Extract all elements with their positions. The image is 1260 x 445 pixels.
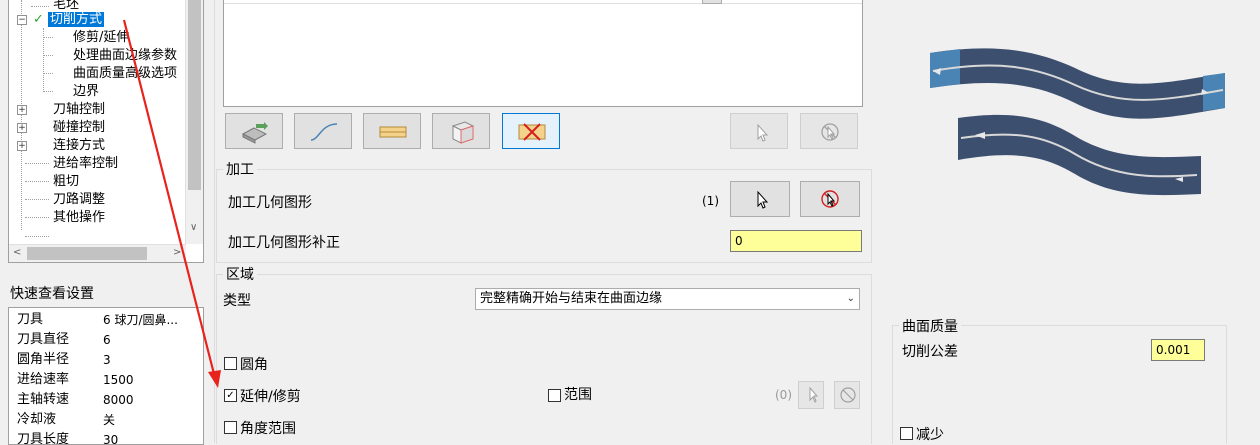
range-label: 范围 <box>564 387 592 403</box>
geometry-list[interactable] <box>223 0 863 107</box>
tree-item-tool-axis[interactable]: 刀轴控制 <box>53 101 105 119</box>
expand-icon[interactable]: + <box>17 141 27 151</box>
expand-icon[interactable]: + <box>17 105 27 115</box>
tree-item-collision[interactable]: 碰撞控制 <box>53 119 105 137</box>
tree-connector <box>25 181 49 182</box>
tree-connector <box>25 199 49 200</box>
cursor-icon <box>757 190 769 209</box>
chevron-down-icon: ⌄ <box>846 293 855 304</box>
group-title: 曲面质量 <box>899 316 961 336</box>
scroll-thumb[interactable] <box>188 0 201 190</box>
edge-icon <box>379 126 407 138</box>
cursor-icon <box>809 386 819 403</box>
group-title: 加工 <box>223 159 257 179</box>
tree-connector <box>21 0 22 230</box>
extend-trim-checkbox[interactable]: ✓ <box>224 389 237 402</box>
select-button[interactable] <box>730 113 788 149</box>
geometry-offset-input[interactable]: 0 <box>730 230 862 252</box>
no-select-icon <box>840 387 856 403</box>
solid-box-icon <box>451 121 475 144</box>
scroll-thumb[interactable] <box>27 247 147 260</box>
panel-divider[interactable] <box>214 0 215 443</box>
tree-item-linking[interactable]: 连接方式 <box>53 137 105 155</box>
range-count: (0) <box>775 388 792 402</box>
clear-geometry-button[interactable] <box>800 181 860 217</box>
preview-band <box>958 114 1201 196</box>
expand-icon[interactable]: + <box>17 123 27 133</box>
tree-connector <box>25 217 49 218</box>
collapse-icon[interactable]: − <box>17 15 27 25</box>
list-item: 刀具 6 球刀/圆鼻... <box>17 312 178 327</box>
cut-pattern-preview-image <box>930 48 1225 196</box>
reduce-checkbox[interactable] <box>900 427 913 440</box>
geometry-label: 加工几何图形 <box>228 195 312 211</box>
check-icon: ✓ <box>33 12 44 27</box>
range-checkbox[interactable] <box>548 389 561 402</box>
add-solid-button[interactable] <box>432 113 490 149</box>
cursor-icon <box>757 123 769 142</box>
range-clear-button[interactable] <box>834 381 860 409</box>
quick-view-title: 快速查看设置 <box>10 286 94 302</box>
list-item: 刀具直径 6 <box>17 332 111 347</box>
range-select-button[interactable] <box>798 381 824 409</box>
add-surface-button[interactable] <box>225 113 283 149</box>
tree-connector <box>25 236 49 237</box>
operation-tree[interactable]: 毛坯 − ✓ 切削方式 修剪/延伸 处理曲面边缘参数 曲面质量高级选项 边界 +… <box>8 0 204 263</box>
tree-item-edge-params[interactable]: 处理曲面边缘参数 <box>73 47 177 65</box>
tree-item-roughing[interactable]: 粗切 <box>53 173 79 191</box>
tree-item-feed-control[interactable]: 进给率控制 <box>53 155 118 173</box>
fillet-checkbox[interactable] <box>224 357 237 370</box>
quick-view-table: 刀具 6 球刀/圆鼻... 刀具直径 6 圆角半径 3 进给速率 1500 主轴… <box>8 307 204 445</box>
tolerance-label: 切削公差 <box>902 344 958 360</box>
deselect-button[interactable] <box>800 113 858 149</box>
tree-connector <box>43 73 53 74</box>
list-row <box>224 0 862 4</box>
tree-connector <box>43 37 53 38</box>
surface-add-icon <box>241 122 268 144</box>
reduce-label: 减少 <box>916 427 944 443</box>
scroll-right-icon[interactable]: > <box>173 247 181 258</box>
tree-connector <box>43 91 53 92</box>
angle-range-checkbox[interactable] <box>224 421 237 434</box>
scroll-left-icon[interactable]: < <box>13 247 21 258</box>
list-item: 进给速率 1500 <box>17 372 134 387</box>
select-geometry-button[interactable] <box>730 181 790 217</box>
offset-label: 加工几何图形补正 <box>228 235 340 251</box>
tree-item-toolpath-adjust[interactable]: 刀路调整 <box>53 191 105 209</box>
angle-range-label: 角度范围 <box>240 421 296 437</box>
tree-item-other-ops[interactable]: 其他操作 <box>53 209 105 227</box>
add-curve-button[interactable] <box>294 113 352 149</box>
curve-icon <box>310 123 338 141</box>
list-item: 圆角半径 3 <box>17 352 111 367</box>
tree-horizontal-scrollbar[interactable]: < > <box>9 244 186 262</box>
list-cell-button[interactable] <box>702 0 722 4</box>
tree-vertical-scrollbar[interactable]: ∨ <box>185 0 203 244</box>
list-item: 主轴转速 8000 <box>17 392 134 407</box>
no-select-icon <box>821 190 839 208</box>
group-title: 区域 <box>223 264 257 284</box>
fillet-label: 圆角 <box>240 357 268 373</box>
remove-geometry-button[interactable] <box>502 113 560 149</box>
geometry-count: (1) <box>702 194 719 208</box>
list-item: 冷却液 关 <box>17 412 116 427</box>
preview-band <box>930 48 1225 119</box>
tree-item-label: 切削方式 <box>48 12 105 27</box>
tree-item-boundary[interactable]: 边界 <box>73 83 99 101</box>
tree-connector <box>25 163 49 164</box>
extend-trim-label: 延伸/修剪 <box>240 389 301 405</box>
cut-tolerance-input[interactable]: 0.001 <box>1151 339 1205 361</box>
add-edge-button[interactable] <box>363 113 421 149</box>
tree-item-quality-advanced[interactable]: 曲面质量高级选项 <box>73 65 177 83</box>
tree-item-cut-pattern[interactable]: ✓ 切削方式 <box>33 11 105 29</box>
scroll-down-icon[interactable]: ∨ <box>190 222 197 233</box>
region-type-dropdown[interactable]: 完整精确开始与结束在曲面边缘 ⌄ <box>475 288 860 310</box>
tree-connector <box>43 55 53 56</box>
type-label: 类型 <box>223 293 251 309</box>
tree-item-trim-extend[interactable]: 修剪/延伸 <box>73 29 129 47</box>
remove-icon <box>518 123 546 141</box>
no-select-icon <box>821 123 839 141</box>
tree-connector <box>31 6 49 7</box>
